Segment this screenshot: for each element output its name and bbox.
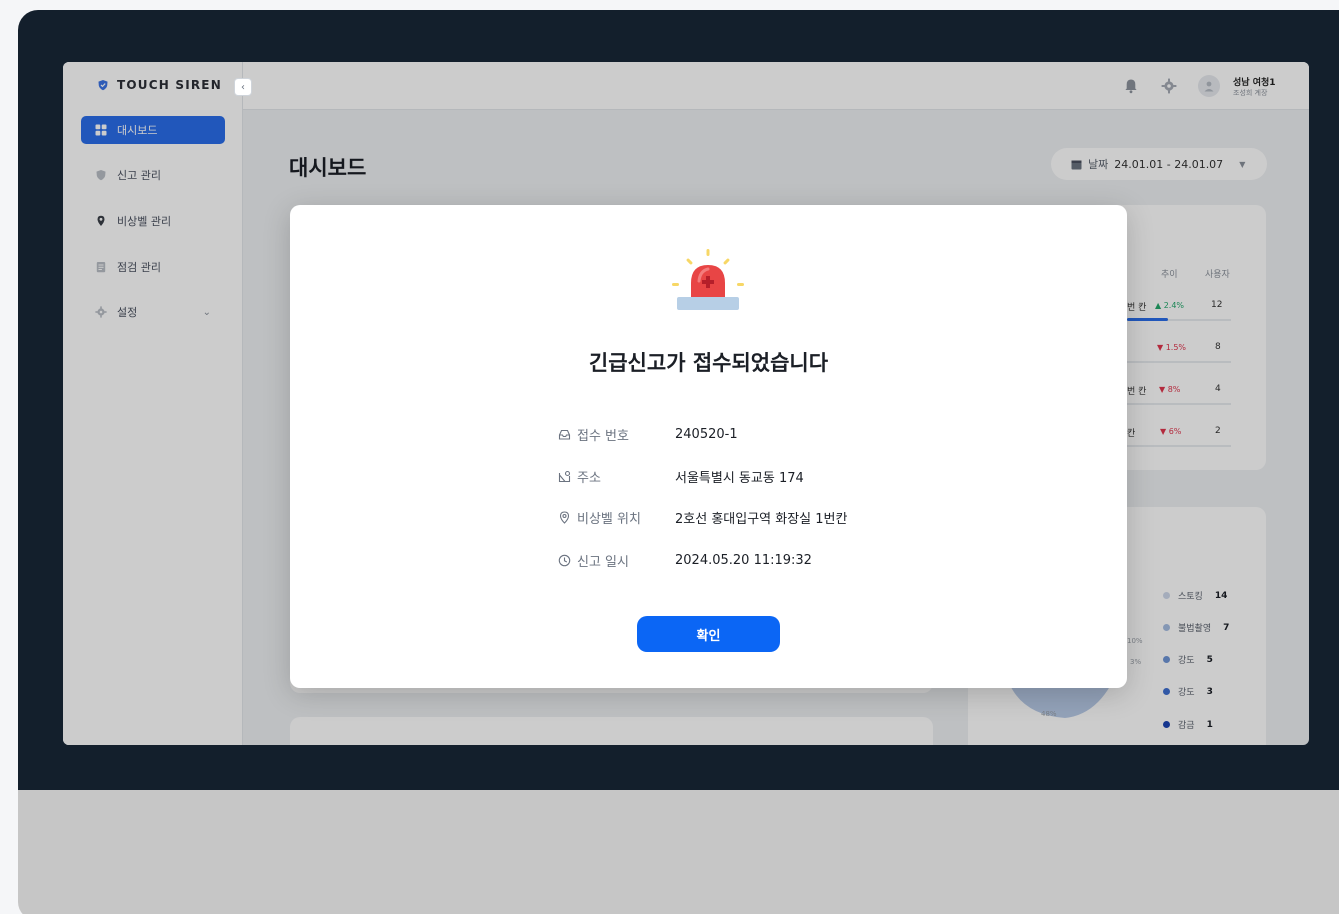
info-label: 접수 번호	[577, 428, 629, 444]
chevron-left-icon: ‹	[241, 81, 245, 93]
device-base	[18, 790, 1339, 914]
map-icon	[558, 470, 571, 482]
info-row-address: 주소 서울특별시 동교동 174	[558, 466, 804, 486]
info-label: 비상벨 위치	[577, 511, 641, 527]
emergency-alert-modal: 긴급신고가 접수되었습니다 접수 번호 240520-1 주소 서울특별시 동교…	[290, 205, 1127, 688]
info-row-bell-location: 비상벨 위치 2호선 홍대입구역 화장실 1번칸	[558, 507, 847, 527]
modal-title: 긴급신고가 접수되었습니다	[588, 351, 829, 375]
inbox-icon	[558, 429, 571, 440]
info-value: 2호선 홍대입구역 화장실 1번칸	[675, 511, 848, 527]
info-label: 주소	[577, 470, 601, 486]
info-value: 240520-1	[675, 426, 738, 442]
info-row-receipt-number: 접수 번호 240520-1	[558, 424, 738, 444]
siren-icon	[672, 249, 744, 310]
location-pin-icon	[559, 510, 570, 524]
info-value: 2024.05.20 11:19:32	[675, 552, 812, 568]
info-label: 신고 일시	[577, 554, 629, 570]
sidebar-collapse-button[interactable]: ‹	[234, 78, 252, 96]
clock-icon	[558, 554, 571, 566]
info-value: 서울특별시 동교동 174	[675, 470, 804, 486]
confirm-button[interactable]: 확인	[637, 616, 780, 652]
info-row-report-time: 신고 일시 2024.05.20 11:19:32	[558, 550, 812, 570]
